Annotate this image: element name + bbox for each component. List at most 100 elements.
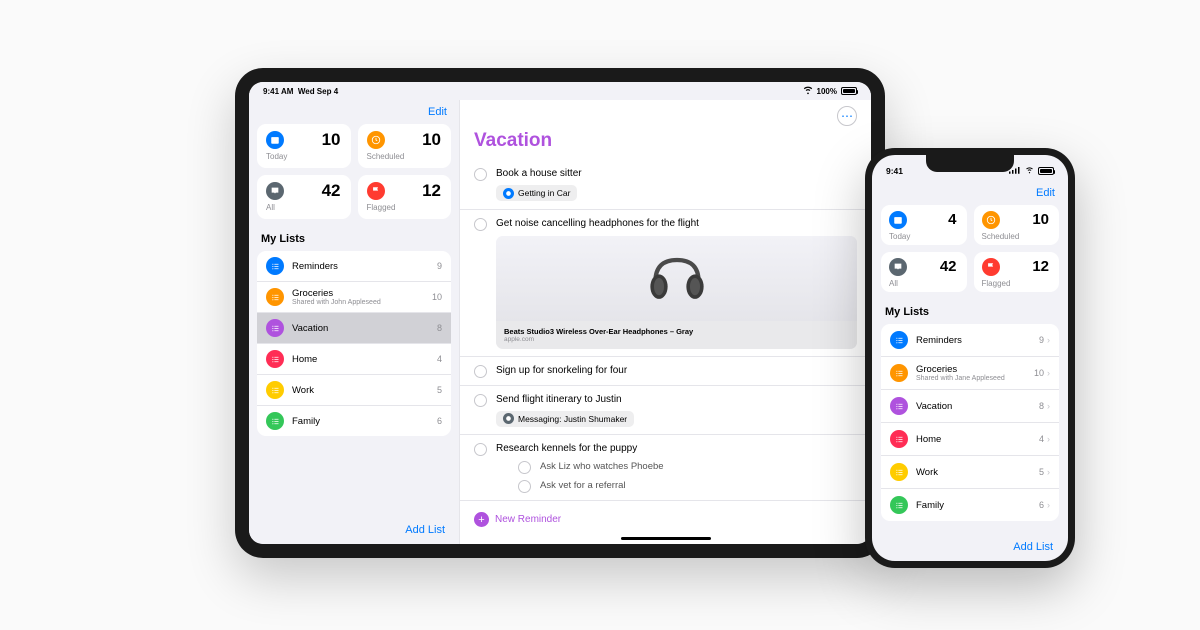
add-list-button[interactable]: Add List	[1013, 541, 1053, 553]
subtask-title[interactable]: Ask vet for a referral	[540, 480, 626, 492]
list-icon	[266, 381, 284, 399]
list-icon	[890, 397, 908, 415]
new-reminder-label: New Reminder	[495, 514, 561, 525]
smart-count: 42	[940, 258, 957, 275]
chevron-right-icon: ›	[1047, 434, 1050, 444]
iphone-screen: 9:41 Edit 4 Today 10 Scheduled	[872, 155, 1068, 561]
smart-list-all[interactable]: 42 All	[257, 175, 351, 219]
list-count: 6	[1039, 500, 1044, 510]
sidebar-item-groceries[interactable]: GroceriesShared with John Appleseed 10	[257, 282, 451, 313]
checkbox[interactable]	[474, 218, 487, 231]
smart-label: Today	[266, 152, 342, 161]
list-count: 9	[1039, 335, 1044, 345]
list-icon	[266, 257, 284, 275]
sidebar-item-vacation[interactable]: Vacation 8	[257, 313, 451, 344]
status-time: 9:41 AM	[263, 87, 293, 96]
smart-list-flagged[interactable]: 12 Flagged	[974, 252, 1060, 292]
home-indicator	[621, 537, 711, 540]
smart-list-today[interactable]: 4 Today	[881, 205, 967, 245]
checkbox[interactable]	[474, 168, 487, 181]
checkbox[interactable]	[474, 365, 487, 378]
sidebar-item-reminders[interactable]: Reminders 9	[257, 251, 451, 282]
sidebar-item-work[interactable]: Work 5	[257, 375, 451, 406]
reminder-tag[interactable]: Getting in Car	[496, 185, 577, 201]
smart-list-scheduled[interactable]: 10 Scheduled	[358, 124, 452, 168]
reminder-title[interactable]: Get noise cancelling headphones for the …	[496, 217, 857, 230]
headphones-icon	[496, 236, 857, 321]
reminder-title[interactable]: Research kennels for the puppy	[496, 442, 857, 455]
list-label: Groceries	[916, 364, 1034, 375]
list-icon	[890, 463, 908, 481]
ipad-device: 9:41 AM Wed Sep 4 100% Edit 10 Today 10 …	[235, 68, 885, 558]
list-label: Work	[916, 467, 1039, 478]
wifi-icon	[803, 85, 813, 97]
list-count: 9	[437, 261, 442, 271]
battery-percent: 100%	[817, 87, 837, 96]
ipad-screen: 9:41 AM Wed Sep 4 100% Edit 10 Today 10 …	[249, 82, 871, 544]
smart-list-today[interactable]: 10 Today	[257, 124, 351, 168]
reminder-row: Get noise cancelling headphones for the …	[460, 210, 871, 357]
battery-icon	[841, 87, 857, 95]
new-reminder-button[interactable]: + New Reminder	[460, 504, 871, 535]
smart-label: All	[889, 279, 959, 288]
subtask-title[interactable]: Ask Liz who watches Phoebe	[540, 461, 664, 473]
checkbox[interactable]	[518, 461, 531, 474]
sidebar-item-home[interactable]: Home 4	[257, 344, 451, 375]
plus-icon: +	[474, 512, 489, 527]
smart-list-flagged[interactable]: 12 Flagged	[358, 175, 452, 219]
list-label: Home	[292, 354, 437, 365]
list-label: Vacation	[292, 323, 437, 334]
add-list-button[interactable]: Add List	[405, 524, 445, 536]
iphone-device: 9:41 Edit 4 Today 10 Scheduled	[865, 148, 1075, 568]
ipad-sidebar: Edit 10 Today 10 Scheduled 42 All 12 Fla…	[249, 100, 459, 544]
smart-count: 10	[1032, 211, 1049, 228]
edit-button[interactable]: Edit	[428, 106, 447, 118]
checkbox[interactable]	[474, 443, 487, 456]
reminder-title[interactable]: Send flight itinerary to Justin	[496, 393, 857, 406]
smart-label: Today	[889, 232, 959, 241]
list-count: 6	[437, 416, 442, 426]
chevron-right-icon: ›	[1047, 335, 1050, 345]
chevron-right-icon: ›	[1047, 401, 1050, 411]
reminder-title[interactable]: Book a house sitter	[496, 167, 857, 180]
sidebar-item-family[interactable]: Family 6 ›	[881, 489, 1059, 521]
reminder-tag[interactable]: Messaging: Justin Shumaker	[496, 411, 634, 427]
link-preview[interactable]: Beats Studio3 Wireless Over-Ear Headphon…	[496, 236, 857, 349]
smart-label: Scheduled	[982, 232, 1052, 241]
edit-button[interactable]: Edit	[1036, 187, 1055, 199]
checkbox[interactable]	[474, 394, 487, 407]
sidebar-item-vacation[interactable]: Vacation 8 ›	[881, 390, 1059, 423]
list-icon	[266, 319, 284, 337]
checkbox[interactable]	[518, 480, 531, 493]
sidebar-item-reminders[interactable]: Reminders 9 ›	[881, 324, 1059, 357]
detail-pane: ⋯ Vacation Book a house sitterGetting in…	[459, 100, 871, 544]
list-count: 4	[1039, 434, 1044, 444]
subtask-row: Ask Liz who watches Phoebe	[496, 455, 857, 474]
reminder-row: Research kennels for the puppy Ask Liz wh…	[460, 435, 871, 501]
reminder-title[interactable]: Sign up for snorkeling for four	[496, 364, 857, 377]
smart-count: 12	[422, 181, 441, 201]
sidebar-item-family[interactable]: Family 6	[257, 406, 451, 436]
smart-count: 10	[322, 130, 341, 150]
list-count: 4	[437, 354, 442, 364]
list-label: Family	[292, 416, 437, 427]
smart-list-all[interactable]: 42 All	[881, 252, 967, 292]
iphone-notch	[926, 155, 1014, 172]
list-label: Family	[916, 500, 1039, 511]
list-count: 10	[1034, 368, 1044, 378]
sidebar-item-home[interactable]: Home 4 ›	[881, 423, 1059, 456]
sidebar-item-groceries[interactable]: GroceriesShared with Jane Appleseed 10 ›	[881, 357, 1059, 390]
smart-count: 42	[322, 181, 341, 201]
reminder-row: Sign up for snorkeling for four	[460, 357, 871, 386]
sidebar-item-work[interactable]: Work 5 ›	[881, 456, 1059, 489]
list-label: Work	[292, 385, 437, 396]
status-time: 9:41	[886, 166, 903, 176]
list-count: 5	[437, 385, 442, 395]
more-button[interactable]: ⋯	[837, 106, 857, 126]
smart-label: Scheduled	[367, 152, 443, 161]
reminder-row: Send flight itinerary to Justin Messaging…	[460, 386, 871, 436]
list-count: 5	[1039, 467, 1044, 477]
list-icon	[890, 331, 908, 349]
list-count: 8	[437, 323, 442, 333]
smart-list-scheduled[interactable]: 10 Scheduled	[974, 205, 1060, 245]
